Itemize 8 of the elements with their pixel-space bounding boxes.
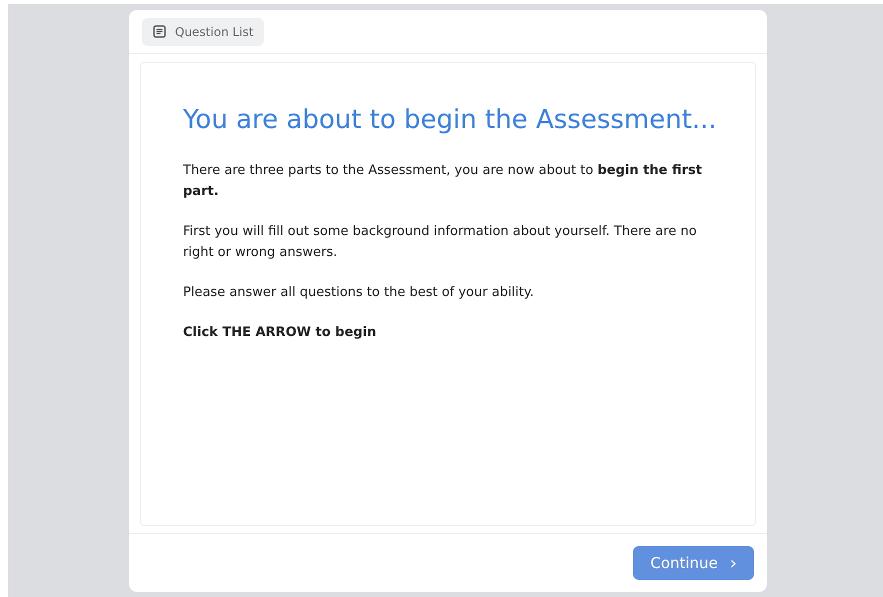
paragraph: First you will fill out some background information about yourself. There are no right or wrong answers. xyxy=(183,223,698,262)
list-icon xyxy=(153,25,166,38)
paragraph: There are three parts to the Assessment, you are now about to begin the first part. xyxy=(183,162,703,201)
paragraph: Please answer all questions to the best of your ability. xyxy=(183,284,535,302)
page-title: You are about to begin the Assessment... xyxy=(183,104,713,137)
instruction-text: Click THE ARROW to begin xyxy=(183,324,378,342)
question-list-button[interactable]: Question List xyxy=(142,18,264,46)
continue-button[interactable]: Continue › xyxy=(633,546,754,580)
